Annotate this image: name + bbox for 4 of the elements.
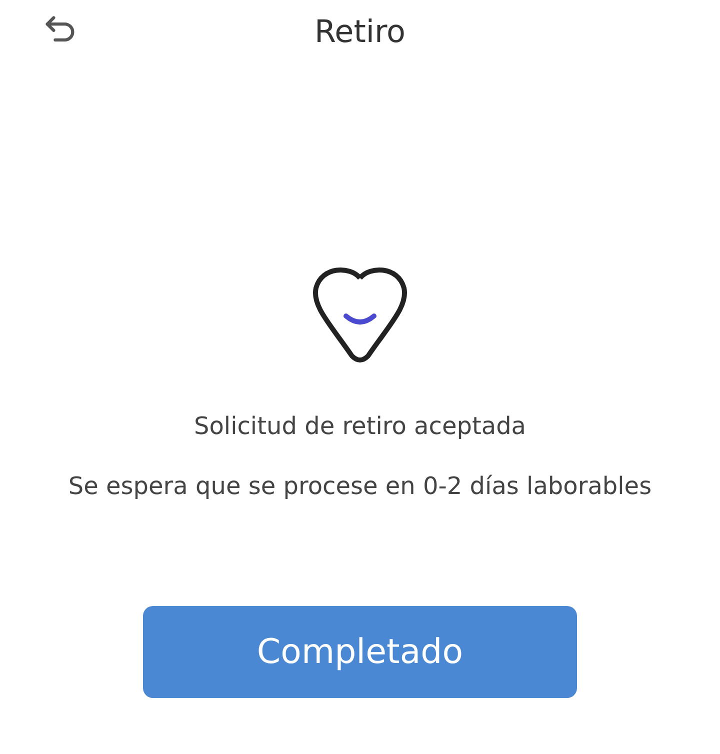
completed-button[interactable]: Completado xyxy=(143,606,577,698)
status-message: Solicitud de retiro aceptada xyxy=(194,412,526,440)
processing-note: Se espera que se procese en 0-2 días laborables xyxy=(68,472,652,500)
page-title: Retiro xyxy=(313,14,407,50)
